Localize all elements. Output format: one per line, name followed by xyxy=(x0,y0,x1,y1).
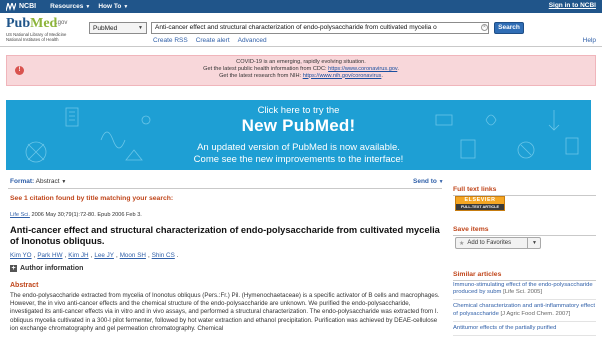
alert-line3-suffix: . xyxy=(381,72,383,79)
save-items-section: Save items xyxy=(453,226,596,236)
ncbi-logo[interactable]: NCBI xyxy=(6,2,37,11)
save-items-heading[interactable]: Save items xyxy=(453,226,596,233)
cdc-link[interactable]: https://www.coronavirus.gov xyxy=(328,66,397,72)
author-separator: . xyxy=(176,252,179,259)
elsevier-full-text-button[interactable]: ELSEVIER FULL-TEXT ARTICLE xyxy=(455,196,505,211)
similar-articles-heading: Similar articles xyxy=(453,271,502,278)
howto-label: How To xyxy=(98,3,122,10)
author-info-toggle[interactable]: + Author information xyxy=(10,265,83,272)
elsevier-label: ELSEVIER xyxy=(464,197,496,203)
search-sublinks: Create RSS Create alert Advanced xyxy=(153,37,267,44)
banner-line2: New PubMed! xyxy=(241,116,356,135)
divider xyxy=(8,188,442,189)
author-separator: , xyxy=(115,252,118,259)
list-item[interactable]: Antitumor effects of the partially purif… xyxy=(453,324,596,337)
author-list: Kim YO, Park HW, Kim JH, Lee JY, Moon SH… xyxy=(10,252,179,259)
database-select[interactable]: PubMed ▼ xyxy=(89,22,147,34)
similar-articles-list: Immuno-stimulating effect of the endo-po… xyxy=(453,282,596,337)
full-text-heading: Full text links xyxy=(453,186,497,193)
advanced-link[interactable]: Advanced xyxy=(238,37,267,44)
author-link[interactable]: Lee JY xyxy=(94,252,114,259)
article-title: Anti-cancer effect and structural charac… xyxy=(10,225,440,246)
journal-link[interactable]: Life Sci. xyxy=(10,212,30,218)
pubmed-logo[interactable]: PubMed .gov US National Library of Medic… xyxy=(6,16,80,44)
create-rss-link[interactable]: Create RSS xyxy=(153,37,188,44)
citation-details: 2006 May 30;79(1):72-80. Epub 2006 Feb 3… xyxy=(29,212,142,218)
search-input[interactable]: Anti-cancer effect and structural charac… xyxy=(151,22,489,34)
alert-line1: COVID-19 is an emerging, rapidly evolvin… xyxy=(236,59,366,65)
alert-line3: Get the latest research from NIH: https:… xyxy=(7,73,595,80)
alert-line2-suffix: . xyxy=(397,65,399,72)
format-value: Abstract xyxy=(35,178,60,185)
resources-menu[interactable]: Resources ▼ xyxy=(50,3,90,10)
alert-line3-text: Get the latest research from NIH: xyxy=(219,72,303,79)
chevron-down-icon: ▼ xyxy=(85,3,91,10)
format-selector[interactable]: Format: Abstract ▼ xyxy=(10,178,66,185)
chevron-down-icon: ▼ xyxy=(138,25,143,31)
citation-line: Life Sci. 2006 May 30;79(1):72-80. Epub … xyxy=(10,212,142,218)
abstract-heading: Abstract xyxy=(10,282,39,289)
author-link[interactable]: Moon SH xyxy=(120,252,146,259)
send-to-menu[interactable]: Send to ▼ xyxy=(413,178,444,185)
author-link[interactable]: Kim YO xyxy=(10,252,32,259)
abstract-text: The endo-polysaccharide extracted from m… xyxy=(10,292,440,332)
author-separator: , xyxy=(64,252,67,259)
alert-line2: Get the latest public health information… xyxy=(7,66,595,73)
author-info-label: Author information xyxy=(20,265,84,272)
citation-found-message: See 1 citation found by title matching y… xyxy=(10,195,174,202)
divider xyxy=(453,235,596,236)
author-link[interactable]: Park HW xyxy=(37,252,62,259)
logo-gov: .gov xyxy=(56,20,68,26)
search-button[interactable]: Search xyxy=(494,22,524,34)
ncbi-top-bar: NCBI Resources ▼ How To ▼ Sign in to NCBI xyxy=(0,0,602,13)
chevron-down-icon: ▼ xyxy=(123,3,129,10)
database-value: PubMed xyxy=(93,24,118,32)
logo-pub: Pub xyxy=(6,16,31,31)
logo-subtitle: US National Library of Medicine National… xyxy=(6,32,80,42)
list-item[interactable]: Chemical characterization and anti-infla… xyxy=(453,303,596,322)
chevron-down-icon: ▼ xyxy=(61,179,67,185)
alert-line2-text: Get the latest public health information… xyxy=(203,65,329,72)
new-pubmed-banner[interactable]: Click here to try the New PubMed! An upd… xyxy=(6,100,591,170)
author-separator: , xyxy=(147,252,150,259)
divider xyxy=(453,280,596,281)
howto-menu[interactable]: How To ▼ xyxy=(98,3,128,10)
star-icon: ★ xyxy=(459,240,465,247)
banner-line3: An updated version of PubMed is now avai… xyxy=(197,142,400,153)
list-item[interactable]: Immuno-stimulating effect of the endo-po… xyxy=(453,282,596,301)
logo-med: Med xyxy=(30,16,58,31)
chevron-down-icon: ▼ xyxy=(438,179,444,185)
author-separator: , xyxy=(33,252,36,259)
resources-label: Resources xyxy=(50,3,84,10)
banner-text: Click here to try the New PubMed! An upd… xyxy=(6,105,591,165)
clear-search-icon[interactable]: × xyxy=(481,24,488,31)
ncbi-logo-text: NCBI xyxy=(19,3,37,10)
similar-source: [J Agric Food Chem. 2007] xyxy=(500,310,571,317)
ncbi-logo-icon xyxy=(6,2,16,11)
pubmed-header: PubMed .gov US National Library of Medic… xyxy=(0,13,602,47)
logo-sub2: National Institutes of Health xyxy=(6,37,59,42)
sign-in-link[interactable]: Sign in to NCBI xyxy=(549,2,596,9)
warning-icon: ! xyxy=(15,66,24,75)
full-text-links-section: Full text links xyxy=(453,186,596,196)
author-separator: , xyxy=(90,252,93,259)
chevron-down-icon[interactable]: ▼ xyxy=(527,237,541,249)
help-link[interactable]: Help xyxy=(583,37,596,44)
banner-line1: Click here to try the xyxy=(257,105,340,116)
similar-source: [Life Sci. 2005] xyxy=(503,289,543,296)
covid-alert: ! COVID-19 is an emerging, rapidly evolv… xyxy=(6,55,596,86)
similar-title: Antitumor effects of the partially purif… xyxy=(453,324,557,331)
nih-link[interactable]: https://www.nih.gov/coronavirus xyxy=(303,73,382,79)
send-to-label: Send to xyxy=(413,178,437,185)
format-label: Format: xyxy=(10,178,35,185)
full-text-label: FULL-TEXT ARTICLE xyxy=(456,204,504,210)
banner-line4: Come see the new improvements to the int… xyxy=(193,154,404,165)
expand-icon: + xyxy=(10,265,17,272)
create-alert-link[interactable]: Create alert xyxy=(196,37,230,44)
author-link[interactable]: Kim JH xyxy=(68,252,88,259)
author-link[interactable]: Shin CS xyxy=(152,252,175,259)
similar-articles-section: Similar articles xyxy=(453,271,596,281)
pubmed-logo-word: PubMed xyxy=(6,16,57,32)
add-favorites-label: Add to Favorites xyxy=(467,240,512,246)
